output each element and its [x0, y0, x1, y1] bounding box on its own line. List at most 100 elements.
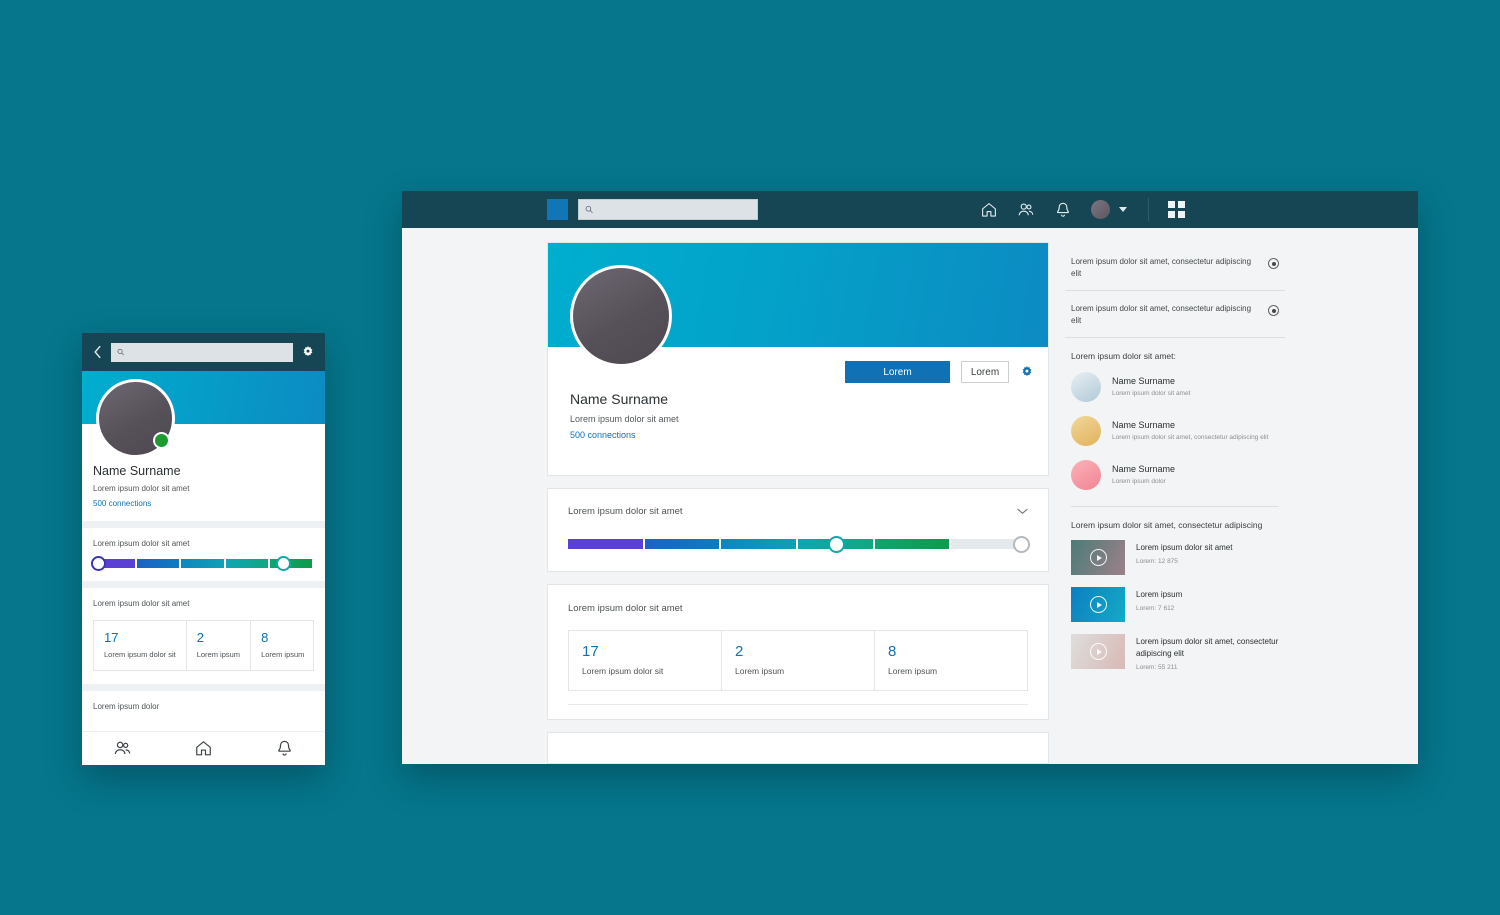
stat-label: Lorem ipsum dolor sit	[582, 666, 664, 676]
contact-avatar	[1071, 372, 1101, 403]
stat-item[interactable]: 8 Lorem ipsum	[251, 621, 314, 670]
contact-subtitle: Lorem ipsum dolor sit amet, consectetur …	[1112, 434, 1269, 441]
mobile-slider-title: Lorem ipsum dolor sit amet	[93, 539, 190, 548]
gear-icon[interactable]	[1020, 365, 1034, 379]
contact-name: Name Surname	[1112, 376, 1176, 386]
profile-card: Lorem Lorem Name Surname Lorem ipsum dol…	[547, 242, 1049, 476]
mobile-body: Name Surname Lorem ipsum dolor sit amet …	[82, 371, 325, 765]
video-meta: Lorem: 7 612	[1136, 604, 1175, 612]
chevron-down-icon[interactable]	[1119, 207, 1127, 212]
play-icon[interactable]	[1089, 549, 1107, 567]
stat-value: 8	[261, 630, 269, 645]
mobile-range-slider[interactable]	[91, 556, 314, 571]
stat-label: Lorem ipsum dolor sit	[104, 650, 176, 659]
online-status-badge	[153, 432, 170, 449]
app-logo[interactable]	[547, 199, 568, 220]
video-list-item[interactable]: Lorem ipsum dolor sit amet, consectetur …	[1065, 628, 1285, 676]
slider-segment	[644, 539, 720, 549]
profile-avatar[interactable]	[570, 265, 672, 367]
home-icon[interactable]	[194, 739, 213, 758]
mobile-stats-card: Lorem ipsum dolor sit amet 17 Lorem ipsu…	[82, 588, 325, 684]
slider-card: Lorem ipsum dolor sit amet	[547, 488, 1049, 572]
stat-item[interactable]: 17 Lorem ipsum dolor sit	[569, 631, 722, 690]
apps-grid-icon[interactable]	[1168, 201, 1185, 218]
range-slider[interactable]	[568, 535, 1030, 553]
slider-handle-left[interactable]	[827, 535, 845, 553]
contact-list-item[interactable]: Name Surname Lorem ipsum dolor sit amet	[1065, 365, 1285, 409]
stat-item[interactable]: 17 Lorem ipsum dolor sit	[94, 621, 187, 670]
slider-handle-right[interactable]	[276, 556, 292, 571]
slider-segment	[181, 559, 224, 568]
chevron-down-icon[interactable]	[1017, 508, 1028, 515]
desktop-window: Lorem Lorem Name Surname Lorem ipsum dol…	[402, 191, 1418, 764]
desktop-search-input[interactable]	[598, 205, 757, 214]
play-icon[interactable]	[1089, 596, 1107, 614]
divider	[568, 704, 1028, 705]
people-icon[interactable]	[1017, 201, 1035, 219]
contact-name: Name Surname	[1112, 464, 1176, 474]
stat-item[interactable]: 2 Lorem ipsum	[187, 621, 252, 670]
bell-icon[interactable]	[1054, 201, 1072, 219]
video-thumbnail	[1071, 540, 1125, 576]
stat-value: 2	[735, 643, 744, 660]
contact-list-item[interactable]: Name Surname Lorem ipsum dolor sit amet,…	[1065, 409, 1285, 453]
stats-row: 17 Lorem ipsum dolor sit 2 Lorem ipsum 8…	[568, 630, 1028, 691]
slider-handle-left[interactable]	[91, 556, 106, 571]
mobile-header	[82, 333, 325, 371]
search-icon	[585, 205, 593, 214]
radio-button-icon[interactable]	[1268, 305, 1279, 317]
main-column: Lorem Lorem Name Surname Lorem ipsum dol…	[547, 242, 1049, 764]
slider-segment	[721, 539, 797, 549]
contact-list-item[interactable]: Name Surname Lorem ipsum dolor	[1065, 453, 1285, 497]
contacts-heading: Lorem ipsum dolor sit amet:	[1071, 351, 1176, 362]
desktop-search-box[interactable]	[578, 199, 758, 220]
stats-card-title: Lorem ipsum dolor sit amet	[568, 603, 683, 614]
stat-label: Lorem ipsum	[196, 650, 241, 659]
slider-segment	[568, 539, 643, 549]
profile-connections-link[interactable]: 500 connections	[570, 430, 1026, 440]
desktop-header	[402, 191, 1418, 228]
videos-heading: Lorem ipsum dolor sit amet, consectetur …	[1071, 520, 1263, 531]
stat-value: 2	[196, 630, 204, 645]
desktop-header-icons	[980, 191, 1185, 228]
video-title: Lorem ipsum dolor sit amet, consectetur …	[1136, 637, 1279, 658]
video-title: Lorem ipsum dolor sit amet	[1136, 543, 1233, 553]
mobile-search-input[interactable]	[129, 347, 293, 357]
contact-subtitle: Lorem ipsum dolor sit amet	[1112, 390, 1191, 397]
mobile-stats-row: 17 Lorem ipsum dolor sit 2 Lorem ipsum 8…	[93, 620, 314, 671]
secondary-action-button[interactable]: Lorem	[961, 361, 1009, 383]
play-icon[interactable]	[1089, 643, 1107, 661]
stat-value: 17	[104, 630, 119, 645]
sidebar-notice[interactable]: Lorem ipsum dolor sit amet, consectetur …	[1065, 244, 1285, 292]
mobile-profile-headline: Lorem ipsum dolor sit amet	[93, 484, 190, 493]
mobile-bottom-nav	[82, 731, 325, 765]
header-avatar[interactable]	[1091, 200, 1110, 219]
video-title: Lorem ipsum	[1136, 590, 1183, 600]
stat-item[interactable]: 8 Lorem ipsum	[875, 631, 1027, 690]
profile-details: Lorem Lorem Name Surname Lorem ipsum dol…	[548, 265, 1048, 475]
slider-handle-right[interactable]	[1013, 535, 1030, 553]
chevron-left-icon[interactable]	[92, 345, 103, 359]
stat-label: Lorem ipsum	[261, 650, 305, 659]
right-sidebar: Lorem ipsum dolor sit amet, consectetur …	[1065, 242, 1285, 764]
sidebar-notice[interactable]: Lorem ipsum dolor sit amet, consectetur …	[1065, 291, 1285, 339]
video-list-item[interactable]: Lorem ipsum Lorem: 7 612	[1065, 581, 1285, 628]
bell-icon[interactable]	[275, 739, 294, 758]
desktop-body: Lorem Lorem Name Surname Lorem ipsum dol…	[402, 228, 1418, 764]
video-list-item[interactable]: Lorem ipsum dolor sit amet Lorem: 12 875	[1065, 534, 1285, 581]
mobile-slider-card: Lorem ipsum dolor sit amet	[82, 528, 325, 581]
mobile-profile-avatar[interactable]	[96, 379, 175, 458]
stat-item[interactable]: 2 Lorem ipsum	[722, 631, 875, 690]
video-meta: Lorem: 55 211	[1136, 663, 1178, 671]
gear-icon[interactable]	[301, 345, 315, 359]
primary-action-button[interactable]: Lorem	[845, 361, 950, 383]
slider-card-title: Lorem ipsum dolor sit amet	[568, 506, 683, 517]
home-icon[interactable]	[980, 201, 998, 219]
radio-button-icon[interactable]	[1268, 258, 1279, 269]
mobile-search-box[interactable]	[111, 342, 293, 362]
stat-label: Lorem ipsum	[735, 666, 785, 676]
mobile-stats-title: Lorem ipsum dolor sit amet	[93, 599, 190, 608]
mobile-connections-link[interactable]: 500 connections	[93, 499, 314, 508]
people-icon[interactable]	[113, 739, 132, 758]
next-card-partial	[547, 732, 1049, 764]
